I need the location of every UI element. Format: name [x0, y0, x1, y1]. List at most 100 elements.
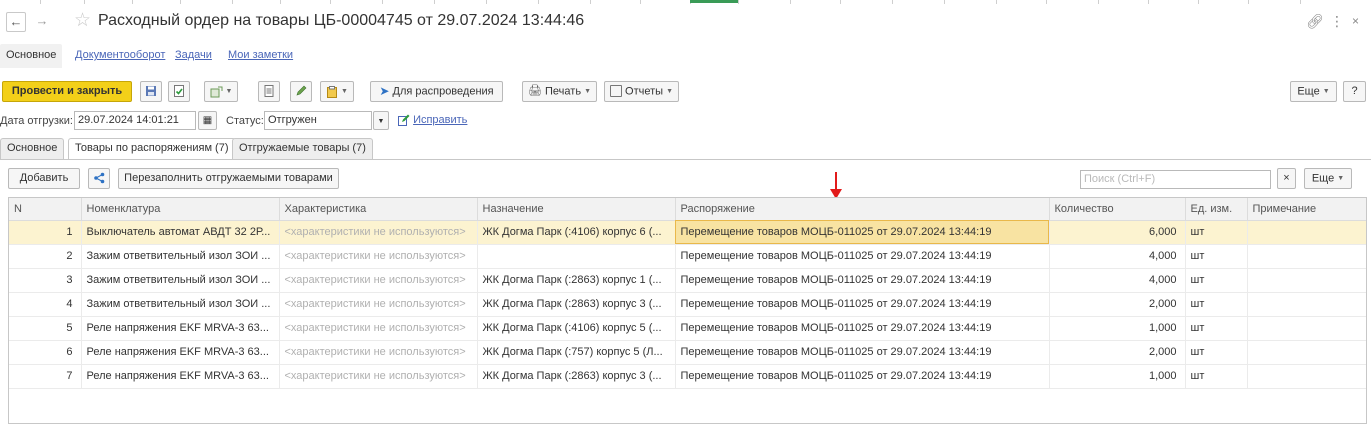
unit-cell[interactable]: шт — [1185, 244, 1248, 269]
tab-goods-by-orders[interactable]: Товары по распоряжениям (7) — [68, 138, 236, 160]
order-cell[interactable]: Перемещение товаров МОЦБ-011025 от 29.07… — [675, 292, 1050, 317]
characteristic-cell[interactable]: <характеристики не используются> — [279, 268, 478, 293]
column-header[interactable]: Номенклатура — [81, 198, 280, 221]
note-cell[interactable] — [1247, 340, 1366, 365]
link-tab-docflow[interactable]: Документооборот — [75, 44, 165, 68]
link-tab-tasks[interactable]: Задачи — [175, 44, 212, 68]
structure-button[interactable] — [258, 81, 280, 102]
more-vertical-icon[interactable]: ⋮ — [1330, 13, 1344, 29]
ship-date-field[interactable]: 29.07.2024 14:01:21 — [74, 111, 196, 130]
post-button[interactable] — [168, 81, 190, 102]
quantity-cell[interactable]: 2,000 — [1049, 340, 1186, 365]
order-cell[interactable]: Перемещение товаров МОЦБ-011025 от 29.07… — [675, 244, 1050, 269]
item-cell[interactable]: Выключатель автомат АВДТ 32 2Р... — [81, 220, 280, 245]
characteristic-cell[interactable]: <характеристики не используются> — [279, 244, 478, 269]
unit-cell[interactable]: шт — [1185, 340, 1248, 365]
link-tab-main[interactable]: Основное — [0, 44, 63, 68]
quantity-cell[interactable]: 4,000 — [1049, 244, 1186, 269]
quantity-cell[interactable]: 6,000 — [1049, 220, 1186, 245]
note-cell[interactable] — [1247, 292, 1366, 317]
unit-cell[interactable]: шт — [1185, 292, 1248, 317]
link-icon[interactable]: 🔗︎ — [1306, 13, 1324, 29]
calendar-button[interactable]: ▦ — [198, 111, 217, 130]
destination-cell[interactable] — [477, 244, 676, 269]
more-button[interactable]: Еще ▼ — [1290, 81, 1337, 102]
quantity-cell[interactable]: 2,000 — [1049, 292, 1186, 317]
destination-cell[interactable]: ЖК Догма Парк (:757) корпус 5 (Л... — [477, 340, 676, 365]
destination-cell[interactable]: ЖК Догма Парк (:4106) корпус 6 (... — [477, 220, 676, 245]
status-field[interactable]: Отгружен — [264, 111, 372, 130]
help-button[interactable]: ? — [1343, 81, 1366, 102]
item-cell[interactable]: Реле напряжения EKF MRVA-3 63... — [81, 316, 280, 341]
table-row[interactable]: 3 Зажим ответвительный изол ЗОИ ... <хар… — [9, 268, 1366, 293]
destination-cell[interactable]: ЖК Догма Парк (:2863) корпус 3 (... — [477, 292, 676, 317]
characteristic-cell[interactable]: <характеристики не используются> — [279, 292, 478, 317]
print-button[interactable]: 🖨︎ Печать ▼ — [522, 81, 597, 102]
goods-table[interactable]: N Номенклатура Характеристика Назначение… — [8, 197, 1367, 424]
fix-link[interactable]: Исправить — [398, 114, 467, 127]
quantity-cell[interactable]: 4,000 — [1049, 268, 1186, 293]
characteristic-cell[interactable]: <характеристики не используются> — [279, 316, 478, 341]
item-cell[interactable]: Зажим ответвительный изол ЗОИ ... — [81, 244, 280, 269]
attach-files-button[interactable]: ▼ — [320, 81, 354, 102]
column-header[interactable]: Количество — [1049, 198, 1186, 221]
post-and-close-button[interactable]: Провести и закрыть — [2, 81, 132, 102]
column-header[interactable]: Распоряжение — [675, 198, 1050, 221]
destination-cell[interactable]: ЖК Догма Парк (:2863) корпус 1 (... — [477, 268, 676, 293]
table-row[interactable]: 7 Реле напряжения EKF MRVA-3 63... <хара… — [9, 364, 1366, 389]
order-cell[interactable]: Перемещение товаров МОЦБ-011025 от 29.07… — [675, 316, 1050, 341]
table-row[interactable]: 2 Зажим ответвительный изол ЗОИ ... <хар… — [9, 244, 1366, 269]
note-cell[interactable] — [1247, 220, 1366, 245]
destination-cell[interactable]: ЖК Догма Парк (:2863) корпус 3 (... — [477, 364, 676, 389]
unit-cell[interactable]: шт — [1185, 268, 1248, 293]
item-cell[interactable]: Зажим ответвительный изол ЗОИ ... — [81, 268, 280, 293]
forward-arrow-icon[interactable]: → — [32, 12, 52, 32]
note-cell[interactable] — [1247, 364, 1366, 389]
edit-button[interactable] — [290, 81, 312, 102]
unit-cell[interactable]: шт — [1185, 364, 1248, 389]
item-cell[interactable]: Зажим ответвительный изол ЗОИ ... — [81, 292, 280, 317]
for-distribution-button[interactable]: ➤ Для распроведения — [370, 81, 503, 102]
column-header[interactable]: Назначение — [477, 198, 676, 221]
unit-cell[interactable]: шт — [1185, 220, 1248, 245]
add-button[interactable]: Добавить — [8, 168, 80, 189]
column-header[interactable]: Ед. изм. — [1185, 198, 1248, 221]
reports-button[interactable]: Отчеты ▼ — [604, 81, 679, 102]
quantity-cell[interactable]: 1,000 — [1049, 364, 1186, 389]
share-button[interactable] — [88, 168, 110, 189]
back-arrow-icon[interactable]: ← — [6, 12, 26, 32]
order-cell[interactable]: Перемещение товаров МОЦБ-011025 от 29.07… — [675, 268, 1050, 293]
table-row[interactable]: 5 Реле напряжения EKF MRVA-3 63... <хара… — [9, 316, 1366, 341]
order-cell[interactable]: Перемещение товаров МОЦБ-011025 от 29.07… — [675, 340, 1050, 365]
link-tab-notes[interactable]: Мои заметки — [228, 44, 293, 68]
search-input[interactable]: Поиск (Ctrl+F) — [1080, 170, 1271, 189]
characteristic-cell[interactable]: <характеристики не используются> — [279, 340, 478, 365]
item-cell[interactable]: Реле напряжения EKF MRVA-3 63... — [81, 364, 280, 389]
characteristic-cell[interactable]: <характеристики не используются> — [279, 364, 478, 389]
item-cell[interactable]: Реле напряжения EKF MRVA-3 63... — [81, 340, 280, 365]
order-cell[interactable]: Перемещение товаров МОЦБ-011025 от 29.07… — [675, 364, 1050, 389]
table-more-button[interactable]: Еще ▼ — [1304, 168, 1352, 189]
unit-cell[interactable]: шт — [1185, 316, 1248, 341]
status-dropdown-button[interactable]: ▼ — [373, 111, 389, 130]
column-header[interactable]: Примечание — [1247, 198, 1366, 221]
column-header[interactable]: Характеристика — [279, 198, 478, 221]
clear-search-button[interactable]: × — [1277, 168, 1296, 189]
refill-button[interactable]: Перезаполнить отгружаемыми товарами — [118, 168, 339, 189]
close-icon[interactable]: × — [1352, 13, 1359, 29]
table-row[interactable]: 4 Зажим ответвительный изол ЗОИ ... <хар… — [9, 292, 1366, 317]
note-cell[interactable] — [1247, 268, 1366, 293]
destination-cell[interactable]: ЖК Догма Парк (:4106) корпус 5 (... — [477, 316, 676, 341]
create-based-on-button[interactable]: ▼ — [204, 81, 238, 102]
save-button[interactable] — [140, 81, 162, 102]
column-header[interactable]: N — [9, 198, 82, 221]
tab-shipped-goods[interactable]: Отгружаемые товары (7) — [232, 138, 373, 159]
note-cell[interactable] — [1247, 316, 1366, 341]
favorite-star-icon[interactable]: ☆ — [74, 10, 91, 32]
note-cell[interactable] — [1247, 244, 1366, 269]
characteristic-cell[interactable]: <характеристики не используются> — [279, 220, 478, 245]
order-cell[interactable]: Перемещение товаров МОЦБ-011025 от 29.07… — [675, 220, 1050, 245]
table-row[interactable]: 6 Реле напряжения EKF MRVA-3 63... <хара… — [9, 340, 1366, 365]
table-row[interactable]: 1 Выключатель автомат АВДТ 32 2Р... <хар… — [9, 220, 1366, 245]
tab-main[interactable]: Основное — [0, 138, 65, 159]
